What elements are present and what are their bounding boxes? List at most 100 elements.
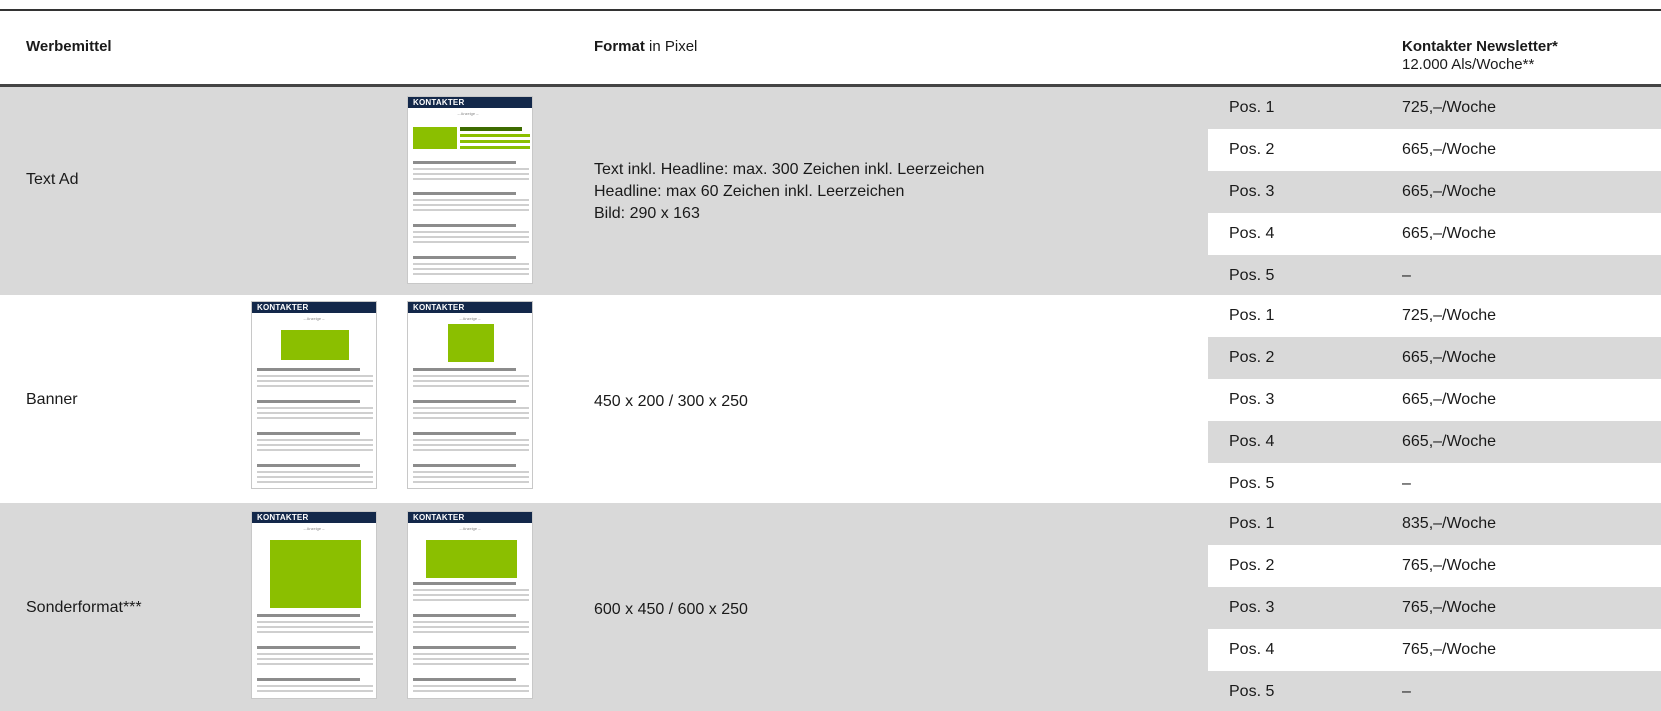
- position-label: Pos. 4: [1229, 225, 1275, 242]
- price-value: 665,–/Woche: [1402, 349, 1496, 366]
- article-line: [257, 380, 373, 382]
- banner-ad: [281, 330, 349, 360]
- article-headline: [257, 400, 360, 403]
- article-line: [413, 173, 529, 175]
- price-value: 665,–/Woche: [1402, 433, 1496, 450]
- price-value: 765,–/Woche: [1402, 641, 1496, 658]
- article-line: [257, 631, 373, 633]
- banner-thumbnail-large: KONTAKTER – Anzeige –: [251, 301, 377, 489]
- price-value: –: [1402, 683, 1411, 700]
- article-line: [413, 653, 529, 655]
- article-line: [257, 449, 373, 451]
- header-kontakter-title: Kontakter Newsletter*: [1402, 38, 1558, 55]
- brand-bar: KONTAKTER: [408, 512, 532, 523]
- brand-text: KONTAKTER: [257, 513, 309, 522]
- article-line: [413, 439, 529, 441]
- header-kontakter: Kontakter Newsletter* 12.000 Als/Woche**: [1402, 38, 1558, 74]
- article-line: [257, 658, 373, 660]
- article-line: [413, 204, 529, 206]
- anzeige-label: – Anzeige –: [459, 316, 481, 321]
- format-line: Bild: 290 x 163: [594, 205, 700, 222]
- article-headline: [413, 400, 516, 403]
- anzeige-label: – Anzeige –: [303, 316, 325, 321]
- brand-text: KONTAKTER: [413, 513, 465, 522]
- article-line: [413, 685, 529, 687]
- article-headline: [257, 432, 360, 435]
- ad-text-line: [460, 146, 530, 149]
- article-line: [257, 653, 373, 655]
- article-headline: [413, 192, 516, 195]
- section-label: Sonderformat***: [26, 599, 142, 616]
- price-value: –: [1402, 267, 1411, 284]
- position-label: Pos. 2: [1229, 141, 1275, 158]
- position-label: Pos. 1: [1229, 307, 1275, 324]
- article-line: [413, 385, 529, 387]
- ad-text-line: [460, 134, 530, 137]
- format-line: 450 x 200 / 300 x 250: [594, 393, 748, 410]
- article-line: [413, 273, 529, 275]
- header-format-rest: in Pixel: [644, 38, 698, 55]
- special-ad: [270, 540, 361, 608]
- brand-bar: KONTAKTER: [252, 302, 376, 313]
- price-row: Pos. 2 665,–/Woche: [1208, 337, 1661, 379]
- position-label: Pos. 2: [1229, 349, 1275, 366]
- article-line: [257, 471, 373, 473]
- article-line: [413, 626, 529, 628]
- article-headline: [413, 464, 516, 467]
- ad-image: [413, 127, 457, 149]
- article-line: [257, 412, 373, 414]
- article-line: [413, 236, 529, 238]
- section-format: 450 x 200 / 300 x 250: [594, 391, 748, 413]
- price-row: Pos. 5 –: [1208, 255, 1661, 297]
- banner-thumbnail-medium: KONTAKTER – Anzeige –: [407, 301, 533, 489]
- price-row: Pos. 4 665,–/Woche: [1208, 421, 1661, 463]
- anzeige-label: – Anzeige –: [457, 111, 479, 116]
- article-line: [413, 168, 529, 170]
- brand-bar: KONTAKTER: [408, 302, 532, 313]
- article-line: [257, 626, 373, 628]
- price-value: 765,–/Woche: [1402, 557, 1496, 574]
- article-headline: [413, 368, 516, 371]
- article-line: [257, 685, 373, 687]
- brand-text: KONTAKTER: [257, 303, 309, 312]
- position-label: Pos. 3: [1229, 391, 1275, 408]
- price-row: Pos. 1 835,–/Woche: [1208, 503, 1661, 545]
- price-row: Pos. 4 765,–/Woche: [1208, 629, 1661, 671]
- ad-text-line: [460, 140, 530, 143]
- position-label: Pos. 1: [1229, 99, 1275, 116]
- article-line: [413, 658, 529, 660]
- brand-text: KONTAKTER: [413, 98, 465, 107]
- price-value: 765,–/Woche: [1402, 599, 1496, 616]
- price-row: Pos. 4 665,–/Woche: [1208, 213, 1661, 255]
- ad-headline: [460, 127, 522, 131]
- article-line: [257, 385, 373, 387]
- format-line: Text inkl. Headline: max. 300 Zeichen in…: [594, 161, 985, 178]
- article-headline: [413, 256, 516, 259]
- header-werbemittel: Werbemittel: [26, 38, 112, 55]
- article-line: [413, 621, 529, 623]
- brand-bar: KONTAKTER: [408, 97, 532, 108]
- article-headline: [257, 368, 360, 371]
- article-line: [413, 412, 529, 414]
- price-row: Pos. 3 765,–/Woche: [1208, 587, 1661, 629]
- price-value: 665,–/Woche: [1402, 141, 1496, 158]
- position-label: Pos. 3: [1229, 599, 1275, 616]
- article-headline: [413, 614, 516, 617]
- article-line: [413, 380, 529, 382]
- position-label: Pos. 2: [1229, 557, 1275, 574]
- price-value: 665,–/Woche: [1402, 391, 1496, 408]
- price-row: Pos. 1 725,–/Woche: [1208, 87, 1661, 129]
- article-headline: [413, 224, 516, 227]
- table-header: Werbemittel Format in Pixel Kontakter Ne…: [0, 11, 1661, 84]
- position-label: Pos. 4: [1229, 433, 1275, 450]
- article-line: [413, 417, 529, 419]
- article-line: [413, 241, 529, 243]
- price-row: Pos. 5 –: [1208, 671, 1661, 707]
- article-line: [413, 594, 529, 596]
- price-row: Pos. 2 765,–/Woche: [1208, 545, 1661, 587]
- format-line: 600 x 450 / 600 x 250: [594, 601, 748, 618]
- header-kontakter-sub: 12.000 Als/Woche**: [1402, 56, 1535, 73]
- banner-ad: [448, 324, 494, 362]
- article-line: [413, 663, 529, 665]
- section-label: Text Ad: [26, 171, 79, 188]
